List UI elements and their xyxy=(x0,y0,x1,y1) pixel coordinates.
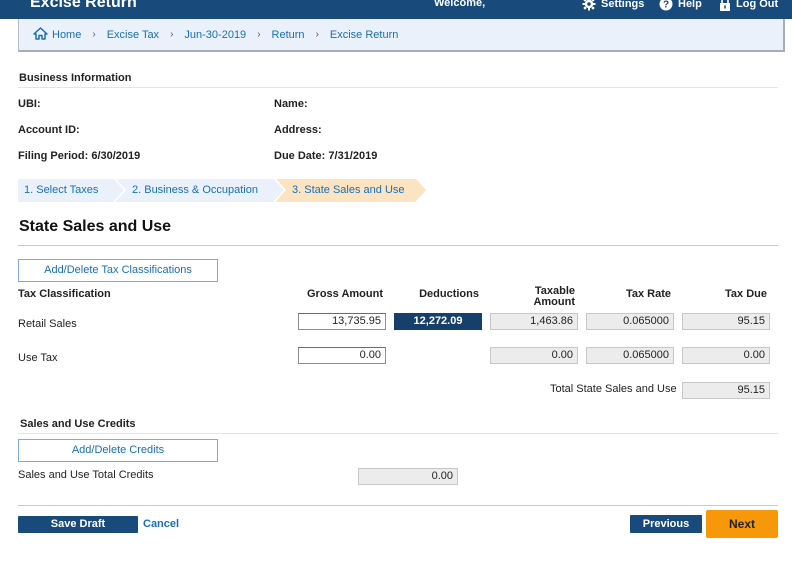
total-sales-use-field: 95.15 xyxy=(682,382,770,399)
total-sales-use-label: Total State Sales and Use xyxy=(550,383,677,395)
row-classification-retail-sales: Retail Sales xyxy=(18,318,77,330)
breadcrumb-period[interactable]: Jun-30-2019 xyxy=(184,29,246,41)
step-label: 1. Select Taxes xyxy=(24,184,99,196)
business-info-heading: Business Information xyxy=(19,72,132,84)
breadcrumb-separator: › xyxy=(92,29,96,40)
svg-text:?: ? xyxy=(663,0,669,11)
divider xyxy=(18,87,778,88)
gear-icon xyxy=(582,0,596,11)
save-draft-button[interactable]: Save Draft xyxy=(18,516,138,533)
tax-due-field: 95.15 xyxy=(682,313,770,330)
app-title: Excise Return xyxy=(30,0,137,11)
credits-heading: Sales and Use Credits xyxy=(20,418,136,430)
add-delete-classifications-button[interactable]: Add/Delete Tax Classifications xyxy=(18,259,218,282)
footer-divider xyxy=(18,505,778,506)
help-link[interactable]: ? Help xyxy=(659,0,702,11)
settings-label: Settings xyxy=(601,0,645,10)
step-arrow xyxy=(274,179,284,201)
col-header-gross: Gross Amount xyxy=(307,288,383,300)
col-header-due: Tax Due xyxy=(725,288,767,300)
gross-amount-input[interactable]: 13,735.95 xyxy=(298,313,386,330)
deductions-button[interactable]: 12,272.09 xyxy=(394,313,482,330)
col-header-classification: Tax Classification xyxy=(18,288,111,300)
welcome-text: Welcome, xyxy=(434,0,486,9)
step-arrow xyxy=(416,179,426,201)
breadcrumb-return[interactable]: Return xyxy=(272,29,305,41)
breadcrumb-separator: › xyxy=(170,29,174,40)
step-label: 3. State Sales and Use xyxy=(292,184,405,196)
logout-link[interactable]: Log Out xyxy=(719,0,778,11)
step-progress: 1. Select Taxes 2. Business & Occupation… xyxy=(18,179,426,202)
total-credits-label: Sales and Use Total Credits xyxy=(18,469,154,481)
step-label: 2. Business & Occupation xyxy=(132,184,258,196)
add-delete-credits-button[interactable]: Add/Delete Credits xyxy=(18,439,218,462)
breadcrumb-excise-tax[interactable]: Excise Tax xyxy=(107,29,159,41)
home-icon xyxy=(33,26,48,43)
gross-amount-input[interactable]: 0.00 xyxy=(298,347,386,364)
step-state-sales-use[interactable]: 3. State Sales and Use xyxy=(276,179,426,202)
breadcrumb-separator: › xyxy=(257,29,261,40)
account-id-label: Account ID: xyxy=(18,124,80,136)
lock-icon xyxy=(719,0,731,11)
address-label: Address: xyxy=(274,124,322,136)
next-button[interactable]: Next xyxy=(706,510,778,538)
tax-due-field: 0.00 xyxy=(682,347,770,364)
logout-label: Log Out xyxy=(736,0,779,10)
breadcrumb-home[interactable]: Home xyxy=(33,26,82,43)
settings-link[interactable]: Settings xyxy=(582,0,644,11)
breadcrumb-excise-return[interactable]: Excise Return xyxy=(330,29,398,41)
step-select-taxes[interactable]: 1. Select Taxes xyxy=(18,179,124,202)
tax-rate-field: 0.065000 xyxy=(586,347,674,364)
col-header-deductions: Deductions xyxy=(419,288,479,300)
taxable-amount-field: 0.00 xyxy=(490,347,578,364)
divider xyxy=(18,433,778,434)
name-label: Name: xyxy=(274,98,308,110)
col-header-rate: Tax Rate xyxy=(625,288,671,300)
col-header-taxable-line2: Amount xyxy=(533,296,575,308)
total-credits-field: 0.00 xyxy=(358,468,458,485)
breadcrumb-separator: › xyxy=(315,29,319,40)
previous-button[interactable]: Previous xyxy=(630,515,702,533)
breadcrumb-home-label: Home xyxy=(52,28,82,41)
breadcrumb: Home › Excise Tax › Jun-30-2019 › Return… xyxy=(18,19,785,52)
question-circle-icon: ? xyxy=(659,0,673,11)
ubi-label: UBI: xyxy=(18,98,41,110)
tax-rate-field: 0.065000 xyxy=(586,313,674,330)
step-arrow xyxy=(114,179,124,201)
row-classification-use-tax: Use Tax xyxy=(18,352,58,364)
page-title: State Sales and Use xyxy=(19,218,172,235)
step-business-occupation[interactable]: 2. Business & Occupation xyxy=(116,179,284,202)
filing-period: Filing Period: 6/30/2019 xyxy=(18,150,141,162)
cancel-link[interactable]: Cancel xyxy=(143,518,179,530)
title-divider xyxy=(18,245,778,246)
top-bar: Excise Return Welcome, Settings ? Help L… xyxy=(0,0,792,19)
help-label: Help xyxy=(678,0,702,10)
taxable-amount-field: 1,463.86 xyxy=(490,313,578,330)
col-header-taxable: Taxable Amount xyxy=(490,286,575,308)
due-date: Due Date: 7/31/2019 xyxy=(274,150,378,162)
